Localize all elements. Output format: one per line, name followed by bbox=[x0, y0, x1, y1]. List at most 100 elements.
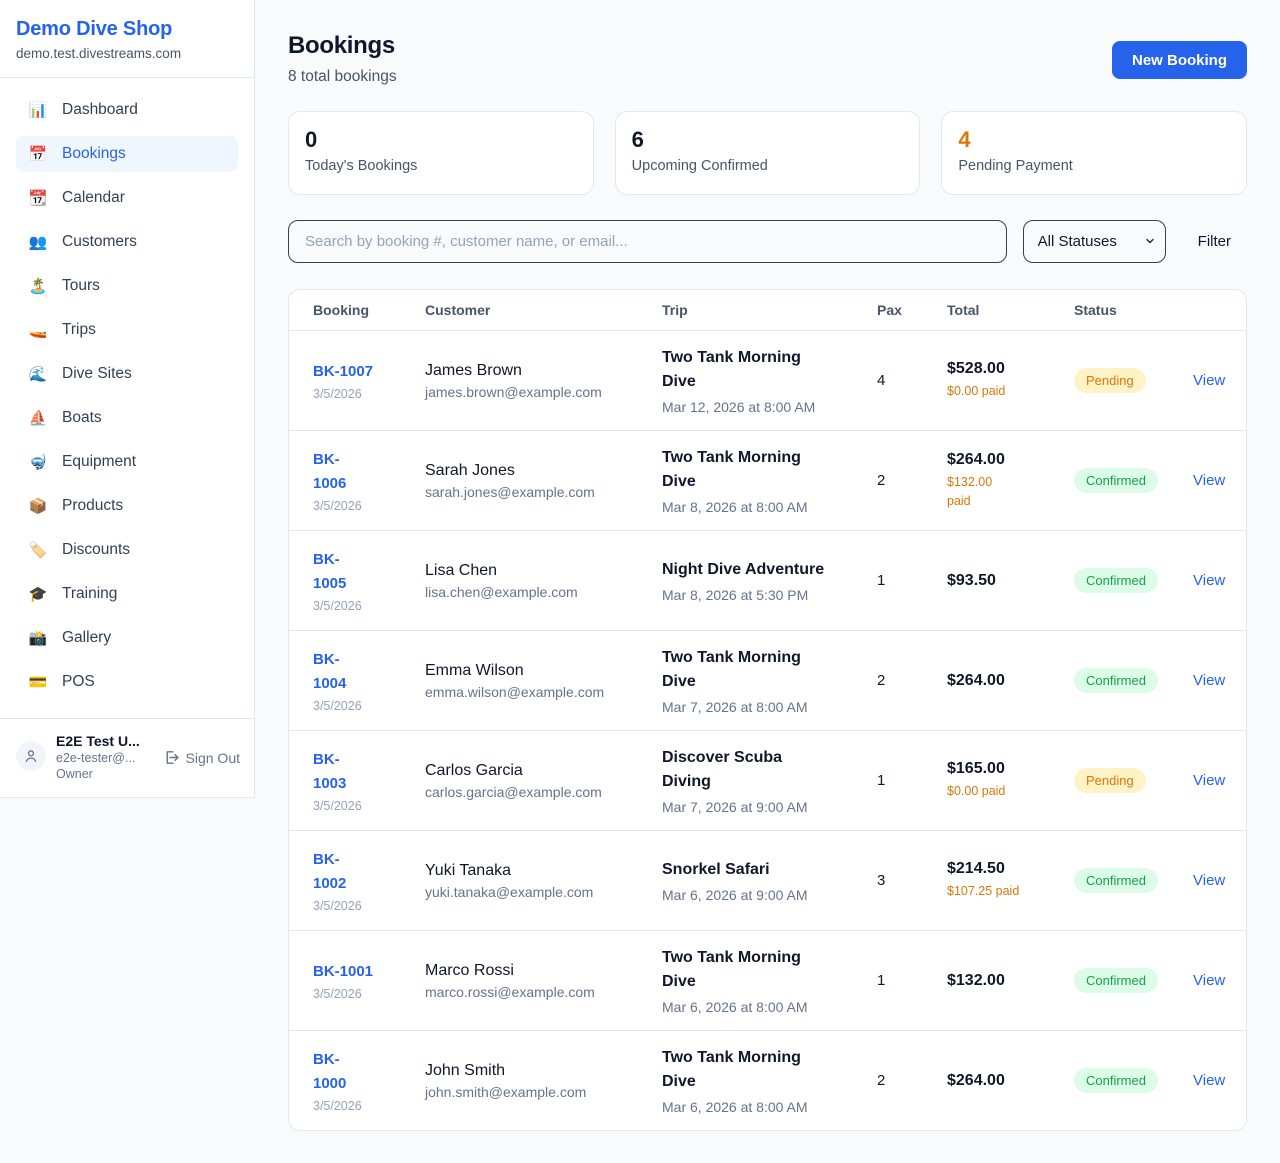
view-link[interactable]: View bbox=[1193, 372, 1225, 389]
sign-out-button[interactable]: Sign Out bbox=[163, 733, 240, 766]
customer-cell: John Smith john.smith@example.com bbox=[425, 1062, 662, 1100]
sidebar-item-calendar[interactable]: 📆 Calendar bbox=[16, 180, 238, 216]
table-row: BK- 1004 3/5/2026 Emma Wilson emma.wilso… bbox=[289, 630, 1246, 730]
sidebar-item-pos[interactable]: 💳 POS bbox=[16, 664, 238, 700]
booking-date: 3/5/2026 bbox=[313, 599, 425, 613]
filter-button[interactable]: Filter bbox=[1198, 233, 1231, 250]
sidebar-item-dive-sites[interactable]: 🌊 Dive Sites bbox=[16, 356, 238, 392]
actions-cell: View bbox=[1193, 1072, 1225, 1090]
trip-name: Night Dive Adventure bbox=[662, 558, 877, 582]
tours-icon: 🏝️ bbox=[28, 277, 48, 295]
sidebar-header: Demo Dive Shop demo.test.divestreams.com bbox=[0, 0, 254, 78]
booking-date: 3/5/2026 bbox=[313, 499, 425, 513]
status-badge: Pending bbox=[1074, 368, 1146, 393]
trip-name: Two Tank Morning Dive bbox=[662, 446, 877, 494]
status-select[interactable]: All Statuses bbox=[1023, 220, 1166, 263]
booking-id-link[interactable]: BK- 1000 bbox=[313, 1048, 425, 1096]
customer-cell: Yuki Tanaka yuki.tanaka@example.com bbox=[425, 862, 662, 900]
trip-cell: Two Tank Morning Dive Mar 8, 2026 at 8:0… bbox=[662, 446, 877, 515]
new-booking-button[interactable]: New Booking bbox=[1112, 41, 1247, 79]
column-header-pax: Pax bbox=[877, 302, 947, 318]
table-header-row: Booking Customer Trip Pax Total Status bbox=[289, 290, 1246, 330]
trips-icon: 🚤 bbox=[28, 321, 48, 339]
user-email: e2e-tester@... bbox=[56, 751, 140, 765]
view-link[interactable]: View bbox=[1193, 1072, 1225, 1089]
customer-email: john.smith@example.com bbox=[425, 1084, 662, 1100]
status-badge: Confirmed bbox=[1074, 968, 1158, 993]
sidebar-item-label: Training bbox=[62, 585, 117, 603]
status-cell: Pending bbox=[1074, 368, 1193, 393]
sidebar-item-products[interactable]: 📦 Products bbox=[16, 488, 238, 524]
table-row: BK- 1005 3/5/2026 Lisa Chen lisa.chen@ex… bbox=[289, 530, 1246, 630]
amount-paid: $132.00 paid bbox=[947, 473, 1074, 511]
sidebar-item-boats[interactable]: ⛵ Boats bbox=[16, 400, 238, 436]
calendar-icon: 📆 bbox=[28, 189, 48, 207]
sidebar-item-trips[interactable]: 🚤 Trips bbox=[16, 312, 238, 348]
booking-id-link[interactable]: BK-1001 bbox=[313, 960, 425, 984]
view-link[interactable]: View bbox=[1193, 972, 1225, 989]
sidebar-item-discounts[interactable]: 🏷️ Discounts bbox=[16, 532, 238, 568]
sidebar-item-tours[interactable]: 🏝️ Tours bbox=[16, 268, 238, 304]
total-cell: $214.50 $107.25 paid bbox=[947, 860, 1074, 901]
search-input[interactable] bbox=[288, 220, 1007, 263]
pax-value: 1 bbox=[877, 572, 947, 589]
booking-cell: BK- 1003 3/5/2026 bbox=[313, 748, 425, 813]
training-icon: 🎓 bbox=[28, 585, 48, 603]
customer-email: sarah.jones@example.com bbox=[425, 484, 662, 500]
stat-value: 4 bbox=[958, 127, 1230, 153]
view-link[interactable]: View bbox=[1193, 572, 1225, 589]
sidebar-item-label: Calendar bbox=[62, 189, 125, 207]
customer-name: Sarah Jones bbox=[425, 462, 662, 480]
sidebar-item-training[interactable]: 🎓 Training bbox=[16, 576, 238, 612]
sidebar-nav: 📊 Dashboard 📅 Bookings 📆 Calendar 👥 Cust… bbox=[0, 78, 254, 718]
equipment-icon: 🤿 bbox=[28, 453, 48, 471]
sidebar-item-label: Discounts bbox=[62, 541, 130, 559]
amount-paid: $0.00 paid bbox=[947, 382, 1074, 401]
trip-datetime: Mar 7, 2026 at 9:00 AM bbox=[662, 799, 877, 815]
view-link[interactable]: View bbox=[1193, 772, 1225, 789]
booking-id-link[interactable]: BK- 1004 bbox=[313, 648, 425, 696]
sidebar-item-label: Dive Sites bbox=[62, 365, 132, 383]
status-cell: Pending bbox=[1074, 768, 1193, 793]
table-row: BK- 1006 3/5/2026 Sarah Jones sarah.jone… bbox=[289, 430, 1246, 530]
page-header: Bookings 8 total bookings New Booking bbox=[288, 32, 1247, 86]
amount-paid: $0.00 paid bbox=[947, 782, 1074, 801]
view-link[interactable]: View bbox=[1193, 872, 1225, 889]
stat-card-upcoming-confirmed: 6 Upcoming Confirmed bbox=[615, 111, 921, 195]
trip-datetime: Mar 12, 2026 at 8:00 AM bbox=[662, 399, 877, 415]
total-cell: $264.00 $132.00 paid bbox=[947, 451, 1074, 511]
sidebar-user-footer: E2E Test U... e2e-tester@... Owner Sign … bbox=[0, 718, 254, 797]
view-link[interactable]: View bbox=[1193, 472, 1225, 489]
discounts-icon: 🏷️ bbox=[28, 541, 48, 559]
status-cell: Confirmed bbox=[1074, 968, 1193, 993]
sidebar-item-bookings[interactable]: 📅 Bookings bbox=[16, 136, 238, 172]
booking-date: 3/5/2026 bbox=[313, 1099, 425, 1113]
trip-name: Two Tank Morning Dive bbox=[662, 946, 877, 994]
sidebar-item-dashboard[interactable]: 📊 Dashboard bbox=[16, 92, 238, 128]
table-row: BK- 1000 3/5/2026 John Smith john.smith@… bbox=[289, 1030, 1246, 1130]
trip-cell: Snorkel Safari Mar 6, 2026 at 9:00 AM bbox=[662, 858, 877, 903]
trip-datetime: Mar 6, 2026 at 8:00 AM bbox=[662, 999, 877, 1015]
table-body: BK-1007 3/5/2026 James Brown james.brown… bbox=[289, 330, 1246, 1130]
status-cell: Confirmed bbox=[1074, 1068, 1193, 1093]
status-cell: Confirmed bbox=[1074, 868, 1193, 893]
sidebar-item-customers[interactable]: 👥 Customers bbox=[16, 224, 238, 260]
pax-value: 2 bbox=[877, 472, 947, 489]
page-title-block: Bookings 8 total bookings bbox=[288, 32, 397, 86]
booking-id-link[interactable]: BK-1007 bbox=[313, 360, 425, 384]
actions-cell: View bbox=[1193, 972, 1225, 990]
view-link[interactable]: View bbox=[1193, 672, 1225, 689]
booking-id-link[interactable]: BK- 1005 bbox=[313, 548, 425, 596]
sidebar-item-gallery[interactable]: 📸 Gallery bbox=[16, 620, 238, 656]
pax-value: 2 bbox=[877, 672, 947, 689]
pax-value: 4 bbox=[877, 372, 947, 389]
booking-id-link[interactable]: BK- 1006 bbox=[313, 448, 425, 496]
sidebar-item-label: Tours bbox=[62, 277, 100, 295]
customer-cell: Marco Rossi marco.rossi@example.com bbox=[425, 962, 662, 1000]
trip-name: Discover Scuba Diving bbox=[662, 746, 877, 794]
booking-id-link[interactable]: BK- 1003 bbox=[313, 748, 425, 796]
customer-email: lisa.chen@example.com bbox=[425, 584, 662, 600]
status-cell: Confirmed bbox=[1074, 568, 1193, 593]
sidebar-item-equipment[interactable]: 🤿 Equipment bbox=[16, 444, 238, 480]
booking-id-link[interactable]: BK- 1002 bbox=[313, 848, 425, 896]
